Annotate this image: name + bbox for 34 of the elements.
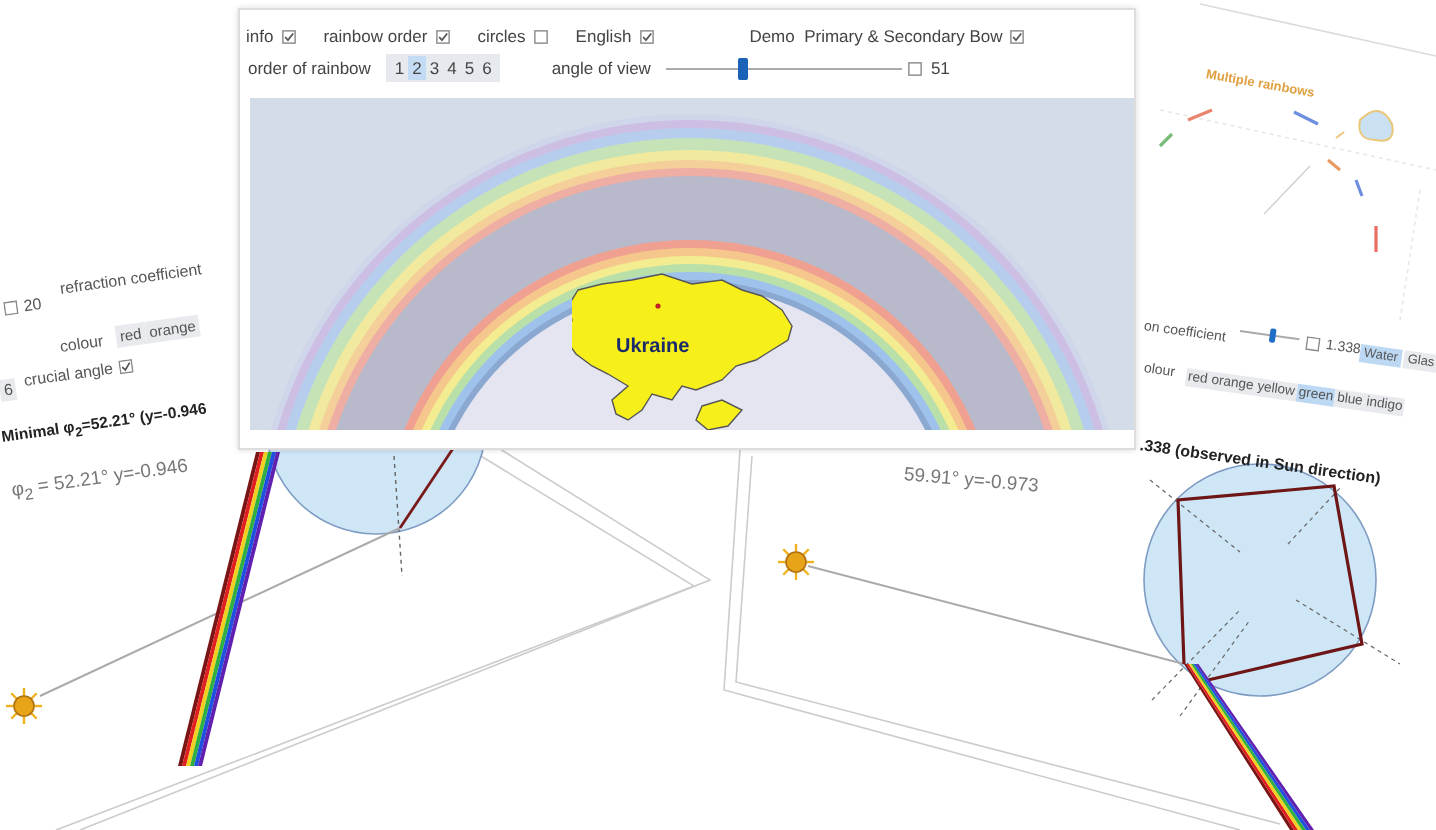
slider-value: 20	[22, 294, 43, 316]
sun-icon	[6, 688, 42, 724]
crucial-angle-label: crucial angle	[22, 359, 115, 390]
angle-reading: 59.91° y=-0.973	[903, 464, 1040, 498]
angle-reading: φ$_{2}$ = 52.21° y=-0.946	[10, 455, 190, 506]
order-button[interactable]: 5	[460, 56, 479, 80]
angle-value: 51	[930, 58, 950, 78]
order-button[interactable]: 1	[390, 56, 409, 80]
demo-label: Demo Primary & Secondary Bow	[749, 26, 1003, 46]
refraction-label: refraction coefficient	[58, 260, 203, 298]
order-label: order of rainbow	[248, 58, 371, 78]
option-label: circles	[477, 26, 526, 46]
checkbox[interactable]	[3, 300, 19, 316]
option-label: rainbow order	[323, 26, 428, 46]
option-label: English	[575, 26, 632, 46]
order-button[interactable]: 6	[0, 377, 19, 402]
order-button[interactable]: 4	[443, 56, 461, 80]
sun-icon	[778, 544, 814, 580]
checkbox[interactable]	[435, 29, 450, 43]
angle-label: angle of view	[551, 58, 651, 78]
checkbox[interactable]	[117, 358, 134, 375]
result-title: .338 (observed in Sun direction)	[1138, 436, 1382, 488]
checkbox[interactable]	[908, 61, 923, 75]
checkbox[interactable]	[639, 29, 654, 43]
order-button[interactable]: 3	[425, 56, 444, 80]
order-button[interactable]: 6	[478, 56, 496, 80]
checkbox[interactable]	[1010, 29, 1025, 43]
option-label: info	[246, 26, 274, 46]
colour-label: colour	[58, 332, 105, 356]
checkbox[interactable]	[1305, 336, 1321, 352]
map-label: Ukraine	[616, 336, 690, 358]
order-button[interactable]: 2	[408, 56, 426, 80]
checkbox[interactable]	[533, 29, 548, 43]
checkbox[interactable]	[281, 29, 296, 43]
